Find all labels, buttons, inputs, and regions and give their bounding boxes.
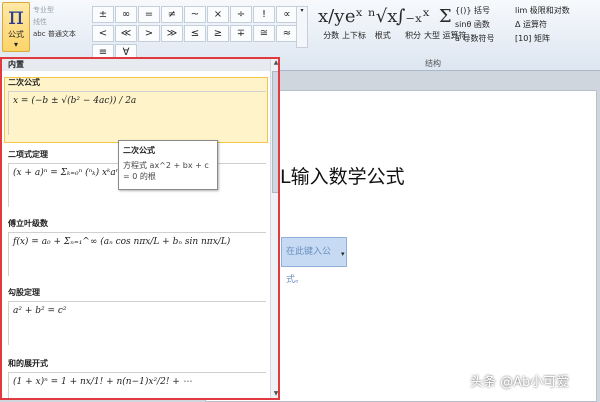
abc-icon: abc [33, 30, 46, 38]
symbol-button[interactable]: < [92, 25, 114, 42]
structure-label: 矩阵 [533, 34, 550, 43]
gallery-formula[interactable]: a² + b² = c² [8, 301, 266, 345]
symbol-button[interactable]: ∞ [115, 6, 137, 23]
gallery-formula[interactable]: f(x) = a₀ + Σₙ₌₁^∞ (aₙ cos nπx/L + bₙ si… [8, 232, 266, 276]
professional-button[interactable]: 专业型 [33, 4, 76, 16]
structure-icon: sinθ [455, 20, 472, 29]
symbol-button[interactable]: ± [92, 6, 114, 23]
symbol-button[interactable]: ≪ [115, 25, 137, 42]
structure-icon: lim [515, 6, 528, 15]
symbol-button[interactable]: ≠ [161, 6, 183, 23]
normal-text-button[interactable]: abc 普通文本 [33, 28, 76, 40]
symbol-button[interactable]: ≅ [253, 25, 275, 42]
symbol-button[interactable]: > [138, 25, 160, 42]
symbol-button[interactable]: ≈ [276, 25, 298, 42]
structure-list-item[interactable]: ä 导数符号 [455, 32, 494, 46]
structure-button[interactable]: eˣ 上下标 [342, 4, 366, 41]
structure-label: 极限和对数 [529, 6, 570, 15]
symbol-button[interactable]: ≫ [161, 25, 183, 42]
gallery-header: 内置 [2, 59, 270, 71]
symbols-gallery: ± ∞ = ≠ ~ × ÷! ∝ < ≪ > ≫ ≤ ≥ ∓ ≅ ≈ ≡ ∀ [92, 6, 298, 61]
scroll-thumb[interactable] [272, 71, 278, 193]
symbol-button[interactable]: × [207, 6, 229, 23]
structure-icon: Δ [515, 20, 521, 29]
equation-button-label: 公式 [8, 30, 24, 39]
equation-button[interactable]: π 公式 ▾ [2, 2, 30, 52]
structure-label: 括号 [473, 6, 490, 15]
tools-group: 专业型 线性 abc 普通文本 [33, 4, 76, 40]
gallery-category-title: 和的展开式 [8, 359, 48, 368]
tooltip-title: 二次公式 [123, 146, 155, 155]
placeholder-dropdown-icon[interactable]: ▾ [341, 250, 345, 258]
symbol-button[interactable]: ∓ [230, 25, 252, 42]
scroll-down-icon[interactable]: ▼ [271, 390, 278, 398]
structure-list-item[interactable]: Δ 运算符 [515, 18, 547, 32]
structure-icon: x/y [318, 6, 345, 27]
structure-icon: ä [455, 34, 460, 43]
gallery-category-title: 二项式定理 [8, 150, 48, 159]
symbol-button[interactable]: ! [253, 6, 275, 23]
structure-label: 运算符 [523, 20, 548, 29]
linear-button[interactable]: 线性 [33, 16, 76, 28]
symbol-button[interactable]: ~ [184, 6, 206, 23]
structure-list-item[interactable]: sinθ 函数 [455, 18, 490, 32]
structure-label: 导数符号 [462, 34, 495, 43]
equation-placeholder[interactable]: 在此键入公式。 [281, 237, 347, 285]
structure-list-item[interactable]: {()} 括号 [455, 4, 490, 18]
symbol-button[interactable]: ≥ [207, 25, 229, 42]
chevron-down-icon: ▾ [13, 40, 18, 49]
structure-label: 函数 [473, 20, 490, 29]
gallery-category-title: 二次公式 [8, 78, 40, 87]
structure-label: 上下标 [342, 31, 366, 40]
gallery-formula[interactable]: (1 + x)ⁿ = 1 + nx/1! + n(n−1)x²/2! + ⋯ [8, 372, 266, 398]
document-title: L输入数学公式 [280, 166, 405, 188]
structure-list-item[interactable]: lim 极限和对数 [515, 4, 570, 18]
symbol-button[interactable]: = [138, 6, 160, 23]
structure-icon: eˣ [344, 6, 364, 27]
structure-label: 分数 [323, 31, 340, 40]
scroll-up-icon[interactable]: ▲ [271, 59, 278, 69]
group-label: 结构 [425, 59, 441, 68]
equation-gallery: 内置 二次公式 x = (−b ± √(b² − 4ac)) / 2a 二项式定理 (… [0, 57, 280, 400]
gallery-formula[interactable]: x = (−b ± √(b² − 4ac)) / 2a [8, 91, 266, 135]
structure-icon: ⁿ√x [368, 6, 398, 27]
symbol-button[interactable]: ∝ [276, 6, 298, 23]
watermark: 头条 @Ab小可爱 [470, 375, 570, 390]
structure-label: 根式 [374, 31, 391, 40]
symbol-button[interactable]: ÷ [230, 6, 252, 23]
structure-list-item[interactable]: [10] 矩阵 [515, 32, 550, 46]
gallery-category-title: 勾股定理 [8, 288, 40, 297]
pi-icon: π [8, 2, 24, 30]
gallery-scrollbar[interactable]: ▲ ▼ [270, 59, 278, 398]
structure-button[interactable]: ⁿ√x 根式 [368, 4, 397, 41]
gallery-category-title: 傅立叶级数 [8, 219, 48, 228]
structure-icon: {()} [455, 6, 472, 15]
symbols-scroll[interactable]: ▾ [296, 6, 308, 48]
structure-button[interactable]: x/y 分数 [318, 4, 344, 41]
structure-icon: [10] [515, 34, 532, 43]
scroll-down-icon: ▾ [300, 7, 304, 14]
tooltip-body: 方程式 ax^2 + bx + c = 0 的根 [123, 161, 209, 181]
symbol-button[interactable]: ≤ [184, 25, 206, 42]
tooltip: 二次公式 方程式 ax^2 + bx + c = 0 的根 [118, 140, 218, 190]
